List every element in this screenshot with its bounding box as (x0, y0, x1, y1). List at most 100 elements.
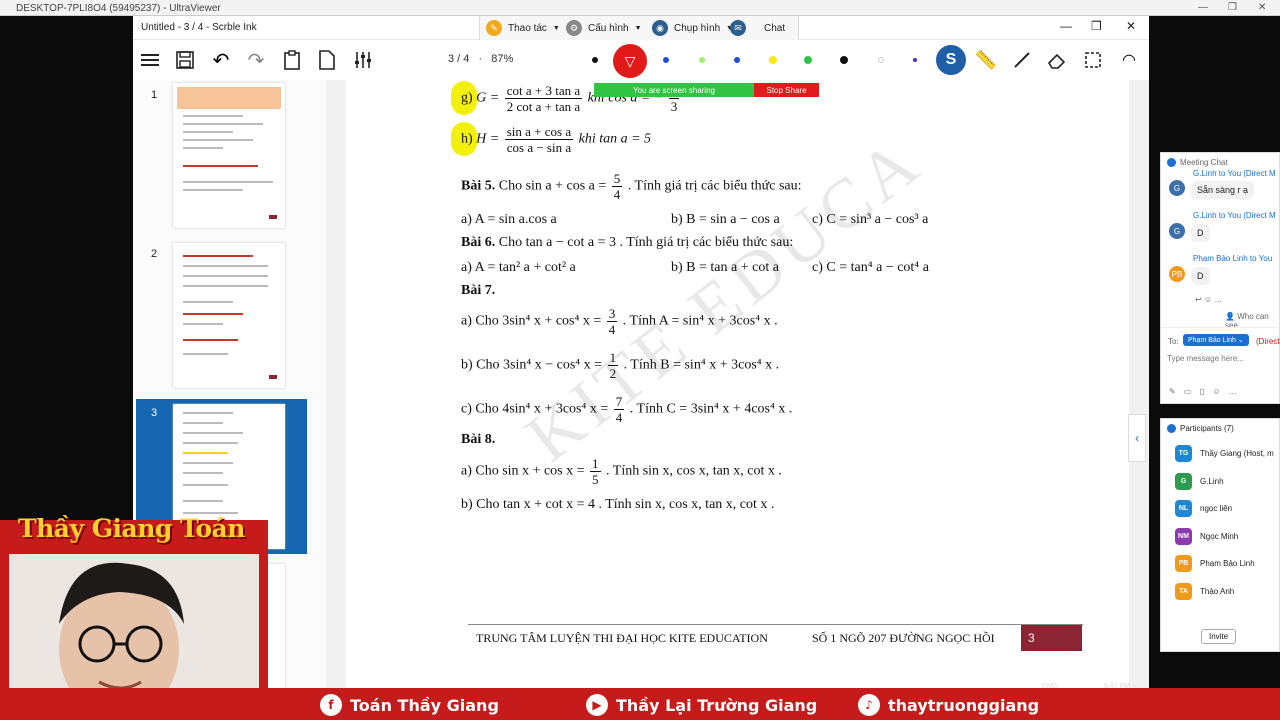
exercise-title: Bài 5. (461, 178, 496, 194)
exercise-text: . Tính sin x, cos x, tan x, cot x . (606, 463, 782, 479)
participant-row[interactable]: NL ngọc liên (1175, 500, 1232, 517)
numerator: 5 (611, 171, 623, 187)
minimize-icon[interactable]: — (1198, 2, 1208, 13)
close-icon[interactable]: ✕ (1126, 19, 1136, 33)
pen-color-white[interactable] (878, 57, 884, 63)
to-label: To: (1168, 337, 1179, 346)
document-canvas[interactable]: KITE EDUCA g) G = cot a + 3 tan a2 cot a… (326, 80, 1149, 690)
sharing-text: You are screen sharing (633, 85, 715, 95)
bai-7-b: b) Cho 3sin⁴ x − cos⁴ x = 12 . Tính B = … (461, 350, 779, 381)
pencil-icon: ✎ (486, 20, 502, 36)
exercise-text: Cho tan a − cot a = 3 . Tính giá trị các… (498, 235, 794, 250)
chat-format-icons[interactable]: ✎ ▭ ▯ ☺ … (1169, 387, 1240, 396)
participant-row[interactable]: PB Phạm Bảo Linh (1175, 555, 1255, 572)
participant-row[interactable]: TA Thảo Anh (1175, 582, 1234, 600)
side-panel-toggle[interactable]: ‹ (1128, 414, 1146, 462)
pen-color-blue-2[interactable] (734, 57, 740, 63)
thumb-footer-mark (269, 375, 277, 379)
youtube-link[interactable]: ▶ Thầy Lại Trường Giang (586, 694, 817, 716)
menu-icon[interactable] (140, 50, 160, 70)
participant-avatar: NL (1175, 500, 1192, 517)
undo-icon[interactable]: ↶ (211, 50, 231, 72)
pen-tool-button[interactable]: S (936, 45, 966, 75)
thumb-line (183, 165, 258, 167)
restore-icon[interactable]: ❐ (1228, 2, 1237, 13)
close-icon[interactable]: ✕ (1258, 2, 1266, 13)
pen-color-lightgreen[interactable] (699, 57, 705, 63)
redo-icon[interactable]: ↷ (246, 50, 266, 72)
message-bubble[interactable]: D (1191, 224, 1210, 242)
thao-tac-menu[interactable]: ✎ Thao tác ▼ (486, 20, 560, 36)
thumbnail-page-2[interactable] (173, 243, 285, 388)
item-label: g) (461, 90, 473, 106)
maximize-icon[interactable]: ❐ (1091, 19, 1102, 33)
line-tool-icon[interactable] (1012, 50, 1032, 70)
thao-tac-label: Thao tác (508, 22, 547, 34)
pen-color-blue[interactable] (663, 57, 669, 63)
expr: G = (476, 90, 500, 106)
pen-color-purple[interactable] (913, 58, 917, 62)
bai-7-title: Bài 7. (461, 283, 496, 298)
participant-avatar: G (1175, 472, 1192, 490)
message-bubble[interactable]: D (1191, 267, 1210, 285)
tiktok-link[interactable]: ♪ thaytruonggiang (858, 694, 1039, 716)
selected-pen-red[interactable]: ▽ (613, 44, 647, 78)
participant-row[interactable]: TG Thầy Giang (Host, m (1175, 445, 1274, 462)
pen-color-black-2[interactable] (840, 56, 848, 64)
tiktok-label: thaytruonggiang (888, 695, 1040, 715)
expr: H = (476, 131, 500, 147)
chevron-down-icon: ▼ (634, 24, 642, 32)
channel-title: Thầy Giang Toán (18, 514, 245, 543)
pen-color-black[interactable] (592, 57, 598, 63)
pen-s-icon: S (945, 51, 957, 68)
camera-icon: ◉ (652, 20, 668, 36)
message-meta: G.Linh to You (Direct M (1193, 169, 1276, 178)
cau-hinh-menu[interactable]: ⚙ Cấu hình ▼ (566, 20, 642, 36)
eraser-icon[interactable] (1047, 50, 1067, 70)
pen-color-green[interactable] (804, 56, 812, 64)
recipient-select[interactable]: Phạm Bảo Linh ⌄ (1183, 334, 1249, 346)
thumbnail-page-1[interactable] (173, 83, 285, 228)
invite-button[interactable]: Invite (1201, 629, 1237, 644)
participant-row[interactable]: NM Ngọc Minh (1175, 527, 1238, 545)
bai-5-a: a) A = sin a.cos a (461, 212, 557, 227)
facebook-link[interactable]: f Toán Thầy Giang (320, 694, 499, 716)
view-icon[interactable]: ◠ (1119, 50, 1139, 70)
chat-menu[interactable]: ✉ Chat (730, 20, 785, 36)
condition: khi tan a = 5 (578, 131, 652, 147)
settings-sliders-icon[interactable] (353, 50, 373, 70)
new-page-icon[interactable] (317, 50, 337, 70)
tiktok-icon: ♪ (858, 694, 880, 716)
clipboard-icon[interactable] (282, 50, 302, 70)
participant-row[interactable]: G G.Linh (1175, 472, 1224, 490)
save-icon[interactable] (175, 50, 195, 70)
pen-color-yellow[interactable] (769, 56, 777, 64)
ruler-icon[interactable]: 📏 (975, 50, 997, 70)
bai-6-a: a) A = tan² a + cot² a (461, 260, 576, 275)
denominator: 4 (613, 187, 621, 202)
app-toolbar: ↶ ↷ 3 / 4 · 87% ▽ S 📏 ◠ (133, 40, 1149, 80)
participant-name: G.Linh (1200, 476, 1224, 486)
participants-header: Participants (7) (1167, 424, 1234, 433)
thumb-line (183, 301, 233, 303)
direct-label: (Direct (1256, 337, 1280, 346)
bai-6-b: b) B = tan a + cot a (671, 260, 779, 275)
participant-name: ngọc liên (1200, 504, 1233, 513)
chat-message-input[interactable] (1167, 351, 1275, 365)
participant-name: Thầy Giang (Host, m (1200, 449, 1274, 458)
numerator: cot a + 3 tan a (504, 83, 583, 99)
numerator: 1 (590, 456, 601, 472)
reaction-icons[interactable]: ↩ ☺ … (1195, 295, 1222, 304)
stop-share-button[interactable]: Stop Share (754, 83, 819, 97)
bai-7-a: a) Cho 3sin⁴ x + cos⁴ x = 34 . Tính A = … (461, 306, 778, 337)
thumb-header (177, 87, 281, 109)
selection-icon[interactable] (1083, 50, 1103, 70)
facebook-icon: f (320, 694, 342, 716)
minimize-icon[interactable]: — (1060, 19, 1072, 33)
remote-share-toolbar: ✎ Thao tác ▼ ⚙ Cấu hình ▼ ◉ Chụp hình ▼ … (479, 16, 799, 40)
gear-icon: ⚙ (566, 20, 582, 36)
chup-hinh-menu[interactable]: ◉ Chụp hình ▼ (652, 20, 733, 36)
thumb-footer-mark (269, 215, 277, 219)
message-bubble[interactable]: Sẵn sàng r ạ (1191, 181, 1255, 199)
participants-title: Participants (7) (1180, 424, 1234, 433)
